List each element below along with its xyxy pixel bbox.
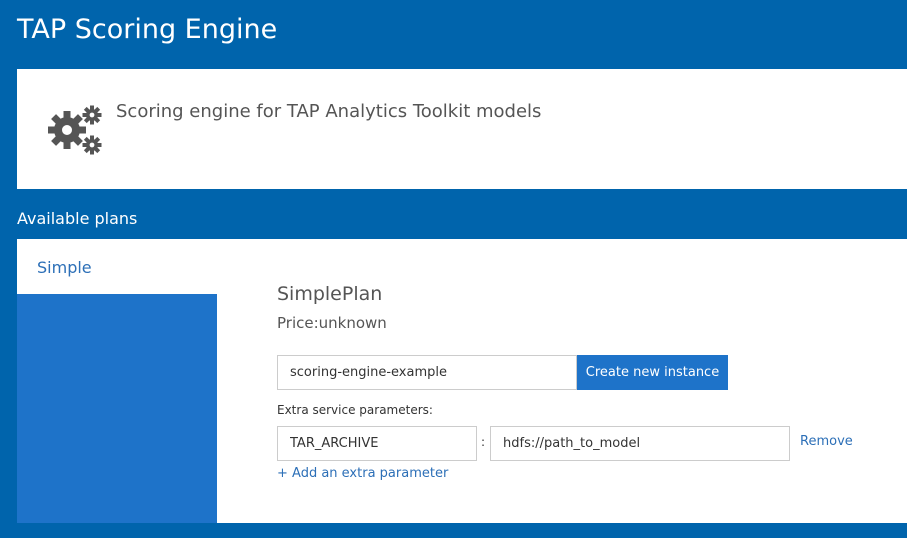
plan-tabs: Simple (17, 239, 217, 523)
plans-panel: Simple SimplePlan Price:unknown Create n… (17, 239, 907, 523)
gears-icon (48, 105, 102, 155)
tab-label: Simple (37, 258, 92, 277)
plan-tabs-filler (17, 294, 217, 523)
available-plans-heading: Available plans (17, 209, 138, 228)
plan-detail: SimplePlan Price:unknown Create new inst… (277, 239, 897, 523)
page-title: TAP Scoring Engine (17, 14, 278, 45)
plan-name: SimplePlan (277, 283, 383, 305)
extra-params-label: Extra service parameters: (277, 403, 433, 417)
add-extra-param-link[interactable]: + Add an extra parameter (277, 466, 448, 481)
param-value-input[interactable] (490, 426, 790, 461)
tab-simple-plan[interactable]: Simple (17, 239, 217, 294)
param-separator: : (481, 435, 486, 449)
plan-price: Price:unknown (277, 314, 387, 332)
description-card: Scoring engine for TAP Analytics Toolkit… (17, 69, 907, 189)
service-description: Scoring engine for TAP Analytics Toolkit… (116, 101, 542, 122)
create-instance-button[interactable]: Create new instance (577, 355, 728, 390)
remove-param-link[interactable]: Remove (800, 434, 853, 449)
page: TAP Scoring Engine Scoring engine for TA… (0, 0, 907, 538)
instance-name-input[interactable] (277, 355, 577, 390)
param-key-input[interactable] (277, 426, 477, 461)
